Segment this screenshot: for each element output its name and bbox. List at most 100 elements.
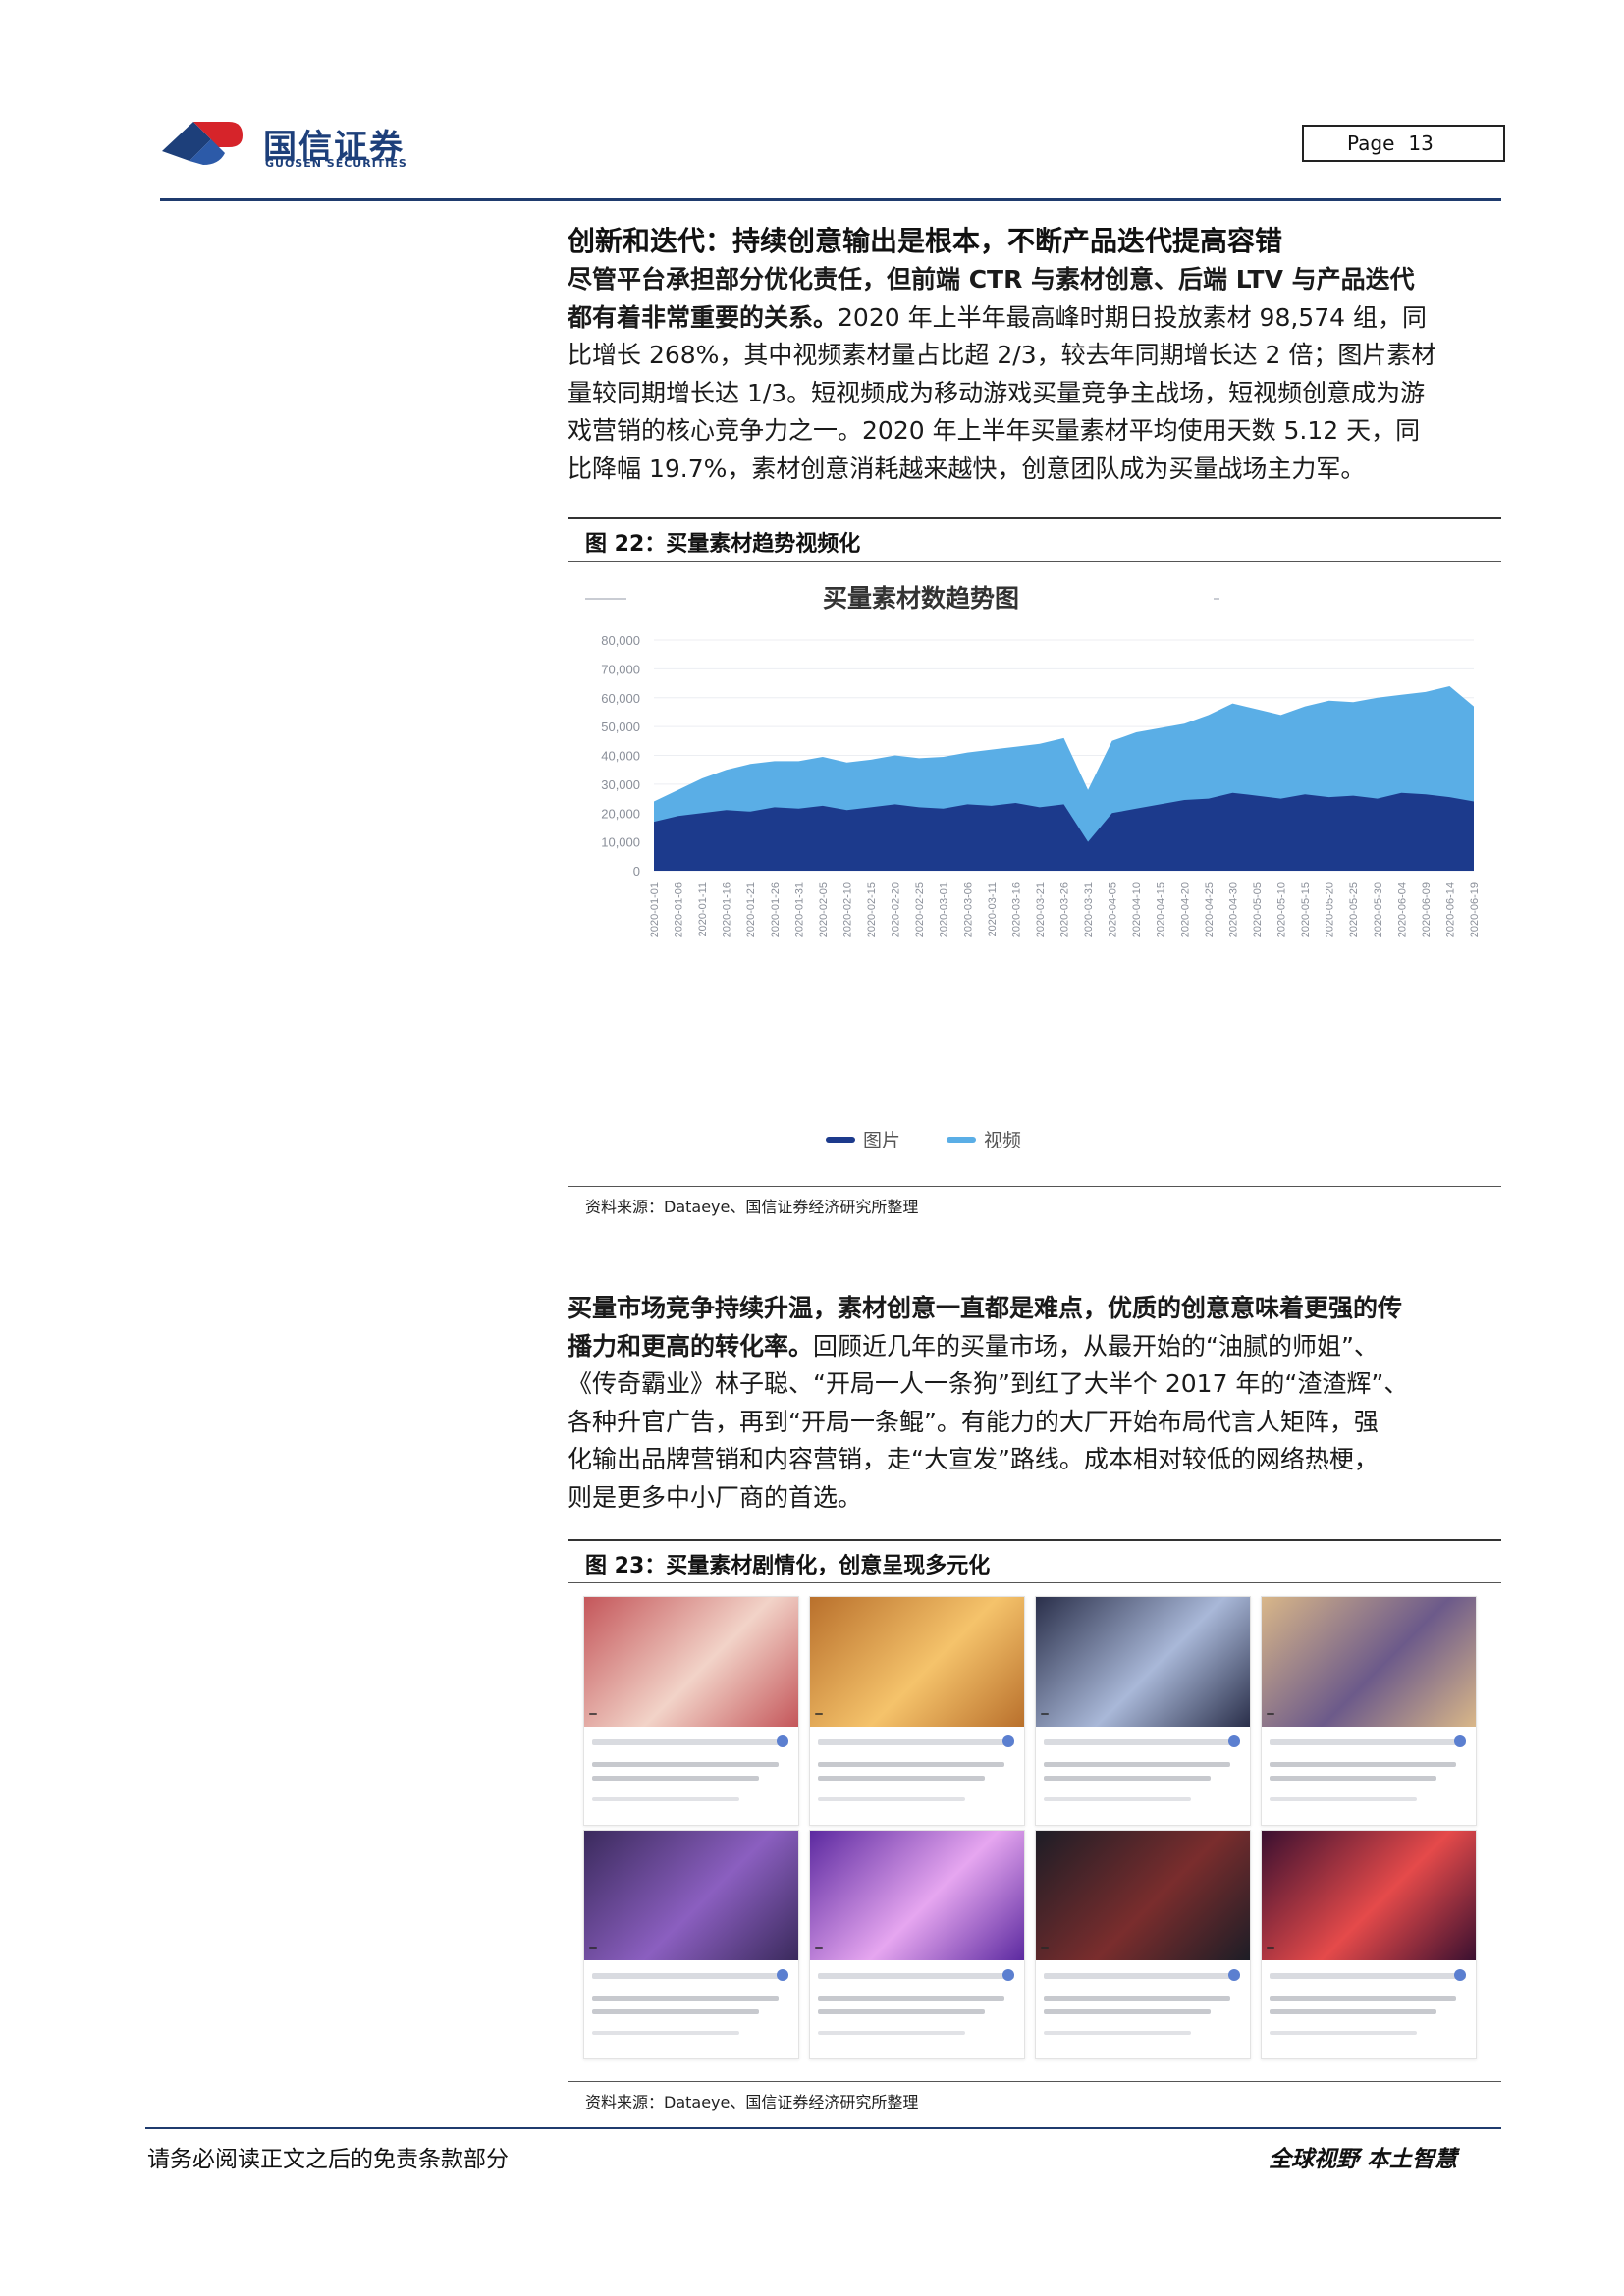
card-dot <box>1228 1735 1240 1747</box>
paragraph-line: 化输出品牌营销和内容营销，走“大宣发”路线。成本相对较低的网络热梗， <box>568 1441 1500 1479</box>
x-tick-label: 2020-06-09 <box>1421 882 1433 937</box>
card-line2 <box>818 1776 985 1781</box>
x-tick-label: 2020-04-25 <box>1204 882 1216 937</box>
ad-creative-card[interactable] <box>809 1596 1025 1826</box>
ad-creative-card[interactable] <box>583 1596 799 1826</box>
card-dot <box>777 1969 788 1981</box>
card-meta <box>1270 1973 1466 1979</box>
x-tick-label: 2020-06-04 <box>1396 882 1408 937</box>
figure-23-title: 图 23：买量素材剧情化，创意呈现多元化 <box>585 1554 991 1578</box>
card-line1 <box>818 1762 1004 1767</box>
card-line1 <box>592 1996 779 2001</box>
ad-creative-thumbnail <box>1262 1597 1476 1727</box>
card-dot <box>1002 1969 1014 1981</box>
card-meta <box>1044 1739 1240 1745</box>
footer-rule <box>145 2127 1501 2129</box>
card-line2 <box>1044 1776 1211 1781</box>
ad-creative-thumbnail <box>810 1597 1024 1727</box>
x-tick-label: 2020-05-25 <box>1348 882 1360 937</box>
ad-creative-card[interactable] <box>1035 1830 1251 2059</box>
y-tick-label: 30,000 <box>601 777 640 792</box>
y-tick-label: 0 <box>633 864 640 879</box>
section-heading: 创新和迭代：持续创意输出是根本，不断产品迭代提高容错 <box>568 225 1283 257</box>
x-tick-label: 2020-03-01 <box>939 882 950 937</box>
ad-creative-gallery <box>583 1596 1487 2059</box>
x-tick-label: 2020-01-16 <box>722 882 733 937</box>
card-line3 <box>592 1797 739 1801</box>
card-line3 <box>1044 1797 1191 1801</box>
legend-label: 视频 <box>984 1130 1021 1151</box>
y-tick-label: 80,000 <box>601 633 640 648</box>
x-tick-label: 2020-03-21 <box>1035 882 1047 937</box>
y-tick-label: 40,000 <box>601 749 640 764</box>
legend-swatch <box>826 1137 855 1143</box>
card-line2 <box>1270 1776 1436 1781</box>
page-label: Page <box>1347 132 1395 155</box>
bold-text: 买量市场竞争持续升温，素材创意一直都是难点，优质的创意意味着更强的传 <box>568 1294 1403 1322</box>
card-line2 <box>1270 2009 1436 2014</box>
card-line3 <box>1270 2031 1417 2035</box>
x-tick-label: 2020-04-05 <box>1108 882 1119 937</box>
card-line1 <box>592 1762 779 1767</box>
ad-creative-card[interactable] <box>1261 1830 1477 2059</box>
x-tick-label: 2020-02-05 <box>818 882 830 937</box>
x-tick-label: 2020-03-06 <box>962 882 974 937</box>
card-badge <box>815 1947 823 1949</box>
trend-chart: 买量素材数趋势图 0 10,000 20,000 30,000 40,000 50,000… <box>585 585 1481 1151</box>
figure-23-title-rule <box>568 1582 1501 1583</box>
ad-creative-card[interactable] <box>1035 1596 1251 1826</box>
x-tick-label: 2020-01-06 <box>674 882 685 937</box>
x-tick-label: 2020-02-10 <box>841 882 853 937</box>
paragraph-line: 量较同期增长达 1/3。短视频成为移动游戏买量竞争主战场，短视频创意成为游 <box>568 375 1500 413</box>
page-indicator: Page 13 <box>1302 125 1505 162</box>
x-tick-label: 2020-05-30 <box>1373 882 1384 937</box>
chart-title: 买量素材数趋势图 <box>823 585 1019 613</box>
card-line2 <box>818 2009 985 2014</box>
figure-22-bottom-rule <box>568 1186 1501 1187</box>
y-tick-label: 70,000 <box>601 662 640 676</box>
paragraph-line: 都有着非常重要的关系。2020 年上半年最高峰时期日投放素材 98,574 组，… <box>568 299 1500 338</box>
card-dot <box>777 1735 788 1747</box>
card-line1 <box>818 1996 1004 2001</box>
card-badge <box>589 1713 597 1715</box>
bold-text: 都有着非常重要的关系。 <box>568 302 839 332</box>
x-tick-label: 2020-03-26 <box>1059 882 1071 937</box>
ad-creative-thumbnail <box>584 1597 798 1727</box>
ad-creative-thumbnail <box>1036 1597 1250 1727</box>
x-tick-label: 2020-02-15 <box>866 882 878 937</box>
card-badge <box>1267 1713 1274 1715</box>
card-meta <box>1044 1973 1240 1979</box>
card-line2 <box>592 2009 759 2014</box>
card-dot <box>1454 1969 1466 1981</box>
paragraph-line: 尽管平台承担部分优化责任，但前端 CTR 与素材创意、后端 LTV 与产品迭代 <box>568 261 1500 299</box>
body-text: 2020 年上半年最高峰时期日投放素材 98,574 组，同 <box>838 302 1427 332</box>
legend-label: 图片 <box>863 1130 900 1151</box>
legend-swatch <box>947 1137 976 1143</box>
card-meta <box>592 1739 788 1745</box>
x-tick-label: 2020-06-19 <box>1469 882 1481 937</box>
ad-creative-card[interactable] <box>1261 1596 1477 1826</box>
card-badge <box>815 1713 823 1715</box>
x-tick-label: 2020-01-21 <box>745 882 757 937</box>
figure-23-bottom-rule <box>568 2081 1501 2082</box>
body-text: 《传奇霸业》林子聪、“开局一人一条狗”到红了大半个 2017 年的“渣渣辉”、 <box>568 1369 1409 1398</box>
ad-creative-card[interactable] <box>583 1830 799 2059</box>
x-tick-label: 2020-05-15 <box>1300 882 1312 937</box>
figure-22-top-rule <box>568 517 1501 519</box>
bold-text: 尽管平台承担部分优化责任，但前端 CTR 与素材创意、后端 LTV 与产品迭代 <box>568 265 1415 294</box>
paragraph-line: 则是更多中小厂商的首选。 <box>568 1479 1500 1518</box>
ad-creative-card[interactable] <box>809 1830 1025 2059</box>
disclaimer-note: 请务必阅读正文之后的免责条款部分 <box>147 2147 509 2172</box>
paragraph-line: 戏营销的核心竞争力之一。2020 年上半年买量素材平均使用天数 5.12 天，同 <box>568 412 1500 451</box>
footer-slogan: 全球视野 本土智慧 <box>1269 2147 1458 2172</box>
body-text: 比降幅 19.7%，素材创意消耗越来越快，创意团队成为买量战场主力军。 <box>568 454 1366 483</box>
figure-22-title-rule <box>568 561 1501 562</box>
card-meta <box>818 1739 1014 1745</box>
body-text: 回顾近几年的买量市场，从最开始的“油腻的师姐”、 <box>813 1331 1379 1361</box>
body-text: 量较同期增长达 1/3。短视频成为移动游戏买量竞争主战场，短视频创意成为游 <box>568 378 1426 407</box>
x-tick-label: 2020-04-10 <box>1131 882 1143 937</box>
card-badge <box>1041 1713 1049 1715</box>
x-tick-label: 2020-02-20 <box>891 882 902 937</box>
body-text: 各种升官广告，再到“开局一条鲲”。有能力的大厂开始布局代言人矩阵，强 <box>568 1407 1379 1436</box>
y-tick-label: 10,000 <box>601 835 640 850</box>
